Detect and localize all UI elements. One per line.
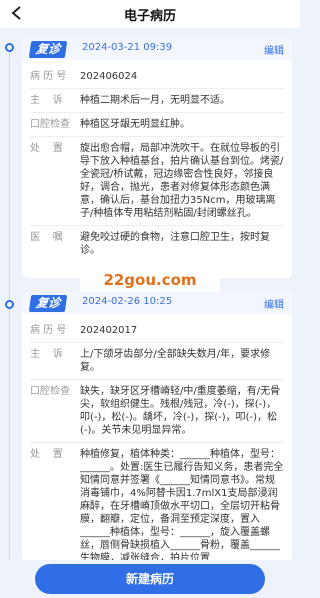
record-no-row: 病 历 号 202406024	[22, 70, 292, 83]
edit-button[interactable]: 编辑	[264, 296, 284, 311]
field-label: 主 诉	[30, 349, 63, 360]
visit-type-badge: 复诊	[28, 41, 68, 58]
record-card: 复诊 2024-02-26 10:25 编辑 病 历 号 202402017 主…	[22, 292, 292, 562]
field-label: 口腔检查	[30, 386, 70, 397]
treatment-value: 种植修复，植体种类：______种植体，型号：______。处置:医生已履行告知…	[80, 449, 284, 562]
top-bar: 电子病历	[0, 0, 300, 28]
treatment-value: 旋出愈合帽，局部冲洗吹干。在就位导板的引导下放入种植基台，拍片确认基台到位。烤瓷…	[80, 143, 284, 219]
complaint-row: 主 诉 种植二期术后一月，无明显不适。	[22, 94, 292, 107]
record-no-value: 202406024	[80, 71, 138, 82]
exam-row: 口腔检查 缺失，缺牙区牙槽嵴轻/中/重度萎缩，有/无骨尖，软组织健生。残根/残冠…	[22, 385, 292, 437]
record-no-row: 病 历 号 202402017	[22, 324, 292, 337]
exam-value: 种植区牙龈无明显红肿。	[80, 119, 190, 130]
visit-type-badge: 复诊	[28, 295, 68, 312]
complaint-row: 主 诉 上/下颌牙齿部分/全部缺失数月/年，要求修复。	[22, 348, 292, 374]
complaint-value: 上/下颌牙齿部分/全部缺失数月/年，要求修复。	[80, 349, 271, 373]
treatment-row: 处 置 旋出愈合帽，局部冲洗吹干。在就位导板的引导下放入种植基台，拍片确认基台到…	[22, 142, 292, 220]
record-no-value: 202402017	[80, 325, 138, 336]
field-label: 医 嘱	[30, 232, 63, 243]
timeline-dot	[5, 43, 14, 52]
field-label: 病 历 号	[30, 71, 67, 82]
new-record-button[interactable]: 新建病历	[35, 564, 265, 594]
advice-row: 医 嘱 避免咬过硬的食物，注意口腔卫生，按时复诊。	[22, 231, 292, 257]
exam-row: 口腔检查 种植区牙龈无明显红肿。	[22, 118, 292, 131]
edit-button[interactable]: 编辑	[264, 42, 284, 57]
field-label: 主 诉	[30, 95, 63, 106]
record-card-header: 复诊 2024-02-26 10:25 编辑	[22, 292, 292, 314]
exam-value: 缺失，缺牙区牙槽嵴轻/中/重度萎缩，有/无骨尖，软组织健生。残根/残冠，冷(-)…	[80, 386, 281, 436]
treatment-row: 处 置 种植修复，植体种类：______种植体，型号：______。处置:医生已…	[22, 448, 292, 562]
visit-time: 2024-02-26 10:25	[82, 296, 173, 307]
complaint-value: 种植二期术后一月，无明显不适。	[80, 95, 230, 106]
field-label: 处 置	[30, 449, 63, 460]
record-card-header: 复诊 2024-03-21 09:39 编辑	[22, 38, 292, 60]
field-label: 处 置	[30, 143, 63, 154]
timeline-dot	[5, 300, 14, 309]
record-card: 复诊 2024-03-21 09:39 编辑 病 历 号 202406024 主…	[22, 38, 292, 278]
field-label: 口腔检查	[30, 119, 70, 130]
bottom-bar: 新建病历	[0, 560, 300, 598]
page-title: 电子病历	[123, 9, 176, 24]
visit-time: 2024-03-21 09:39	[82, 42, 173, 53]
advice-value: 避免咬过硬的食物，注意口腔卫生，按时复诊。	[80, 232, 270, 256]
field-label: 病 历 号	[30, 325, 67, 336]
watermark: 22gou.com	[80, 268, 220, 292]
